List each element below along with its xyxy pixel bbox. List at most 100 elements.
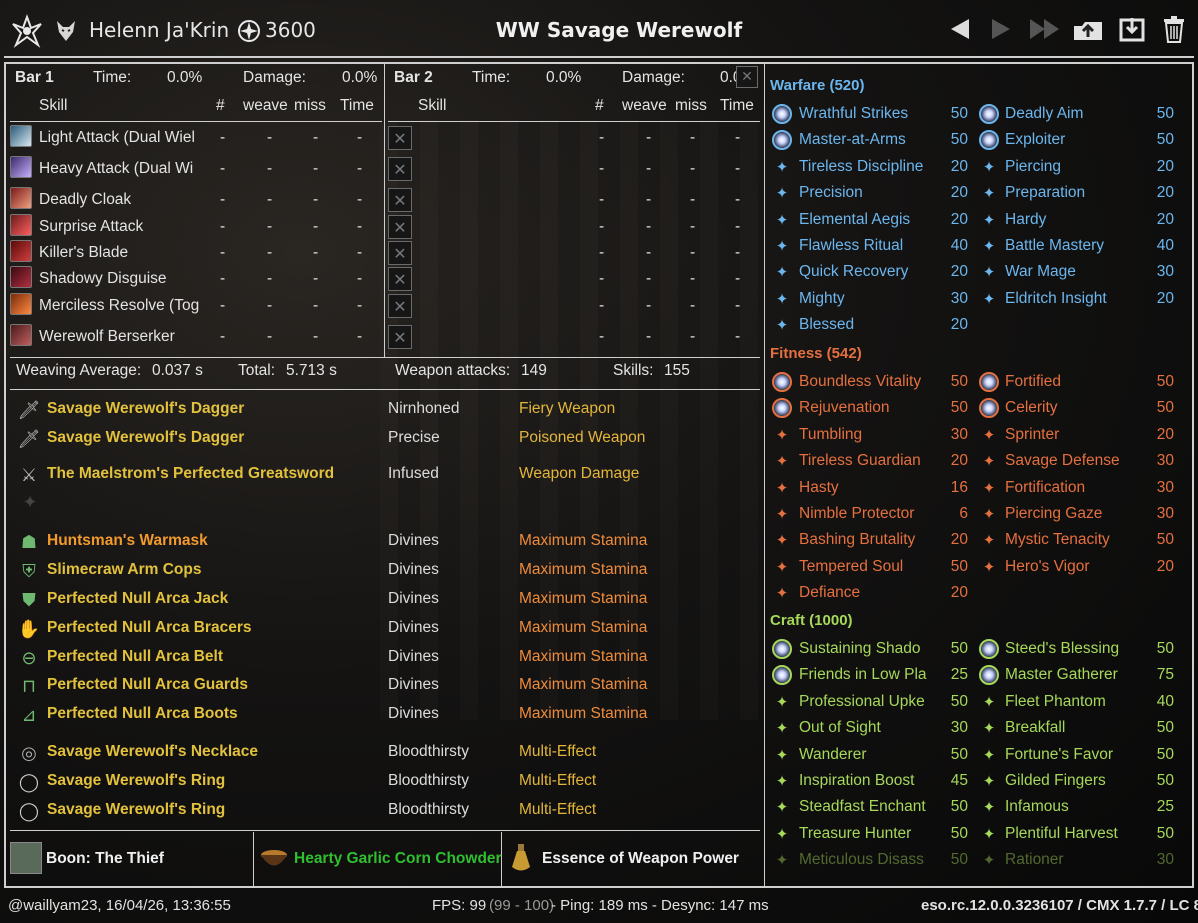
cp-star-name[interactable]: Infamous — [1005, 798, 1069, 816]
cp-star-icon[interactable]: ✦ — [772, 583, 792, 603]
cp-star-name[interactable]: Flawless Ritual — [799, 237, 903, 255]
gear-name[interactable]: Perfected Null Arca Guards — [47, 676, 248, 694]
cp-star-name[interactable]: Precision — [799, 184, 863, 202]
cp-star-icon[interactable]: ✦ — [772, 289, 792, 309]
cp-star-icon[interactable]: ✦ — [979, 850, 999, 870]
cp-star-name[interactable]: Deadly Aim — [1005, 105, 1083, 123]
cp-star-icon[interactable]: ✦ — [772, 718, 792, 738]
gear-name[interactable]: Savage Werewolf's Ring — [47, 772, 225, 790]
cp-star-name[interactable]: Elemental Aegis — [799, 211, 910, 229]
cp-star-name[interactable]: Tireless Guardian — [799, 452, 921, 470]
cp-star-name[interactable]: War Mage — [1005, 263, 1076, 281]
cp-star-icon[interactable]: ✦ — [979, 262, 999, 282]
cp-star-name[interactable]: Rejuvenation — [799, 399, 889, 417]
empty-skill-slot[interactable]: ✕ — [388, 267, 412, 291]
cp-star-icon[interactable]: ✦ — [979, 504, 999, 524]
upload-icon[interactable] — [1072, 15, 1104, 43]
cp-slotted-star-icon[interactable] — [772, 372, 792, 392]
cp-star-icon[interactable]: ✦ — [772, 745, 792, 765]
cp-star-name[interactable]: Fleet Phantom — [1005, 693, 1106, 711]
empty-skill-slot[interactable]: ✕ — [388, 188, 412, 212]
cp-star-name[interactable]: Sprinter — [1005, 426, 1059, 444]
cp-star-name[interactable]: Boundless Vitality — [799, 373, 921, 391]
cp-star-name[interactable]: Hasty — [799, 479, 839, 497]
cp-star-name[interactable]: Battle Mastery — [1005, 237, 1104, 255]
cp-star-icon[interactable]: ✦ — [979, 718, 999, 738]
cp-star-icon[interactable]: ✦ — [772, 210, 792, 230]
gear-name[interactable]: Perfected Null Arca Bracers — [47, 619, 251, 637]
cp-star-name[interactable]: Quick Recovery — [799, 263, 908, 281]
cp-star-name[interactable]: Hardy — [1005, 211, 1046, 229]
cp-star-name[interactable]: Professional Upke — [799, 693, 925, 711]
cp-star-icon[interactable]: ✦ — [979, 210, 999, 230]
cp-star-name[interactable]: Preparation — [1005, 184, 1085, 202]
last-arrow-icon[interactable] — [1028, 16, 1062, 42]
cp-star-icon[interactable]: ✦ — [979, 236, 999, 256]
cp-star-name[interactable]: Fortune's Favor — [1005, 746, 1113, 764]
gear-name[interactable]: Savage Werewolf's Dagger — [47, 400, 244, 418]
cp-star-name[interactable]: Eldritch Insight — [1005, 290, 1107, 308]
cp-star-icon[interactable]: ✦ — [979, 824, 999, 844]
gear-name[interactable]: Slimecraw Arm Cops — [47, 561, 201, 579]
cp-star-name[interactable]: Blessed — [799, 316, 854, 334]
cp-star-icon[interactable]: ✦ — [979, 530, 999, 550]
gear-name[interactable]: Savage Werewolf's Dagger — [47, 429, 244, 447]
cp-star-icon[interactable]: ✦ — [979, 557, 999, 577]
cp-star-icon[interactable]: ✦ — [979, 797, 999, 817]
cp-star-name[interactable]: Steadfast Enchant — [799, 798, 926, 816]
cp-star-icon[interactable]: ✦ — [772, 557, 792, 577]
cp-star-icon[interactable]: ✦ — [979, 157, 999, 177]
cp-star-name[interactable]: Piercing Gaze — [1005, 505, 1102, 523]
empty-skill-slot[interactable]: ✕ — [388, 325, 412, 349]
empty-skill-slot[interactable]: ✕ — [388, 241, 412, 265]
gear-name[interactable]: Perfected Null Arca Boots — [47, 705, 238, 723]
empty-skill-slot[interactable]: ✕ — [388, 157, 412, 181]
cp-star-name[interactable]: Breakfall — [1005, 719, 1065, 737]
cp-star-name[interactable]: Master Gatherer — [1005, 666, 1118, 684]
cp-slotted-star-icon[interactable] — [979, 104, 999, 124]
cp-star-name[interactable]: Rationer — [1005, 851, 1064, 869]
cp-star-name[interactable]: Wanderer — [799, 746, 866, 764]
cp-star-name[interactable]: Hero's Vigor — [1005, 558, 1090, 576]
cp-star-name[interactable]: Bashing Brutality — [799, 531, 915, 549]
cp-star-icon[interactable]: ✦ — [772, 797, 792, 817]
cp-star-name[interactable]: Gilded Fingers — [1005, 772, 1106, 790]
cp-star-icon[interactable]: ✦ — [772, 451, 792, 471]
cp-star-icon[interactable]: ✦ — [772, 530, 792, 550]
empty-skill-slot[interactable]: ✕ — [388, 215, 412, 239]
next-arrow-icon[interactable] — [988, 16, 1014, 42]
cp-star-name[interactable]: Inspiration Boost — [799, 772, 914, 790]
cp-star-name[interactable]: Sustaining Shado — [799, 640, 921, 658]
cp-star-icon[interactable]: ✦ — [979, 478, 999, 498]
cp-star-name[interactable]: Fortified — [1005, 373, 1061, 391]
gear-name[interactable]: Perfected Null Arca Jack — [47, 590, 228, 608]
cp-star-name[interactable]: Exploiter — [1005, 131, 1065, 149]
cp-star-icon[interactable]: ✦ — [979, 745, 999, 765]
gear-name[interactable]: Savage Werewolf's Ring — [47, 801, 225, 819]
cp-star-name[interactable]: Piercing — [1005, 158, 1061, 176]
gear-name[interactable]: Perfected Null Arca Belt — [47, 648, 223, 666]
cp-star-icon[interactable]: ✦ — [979, 183, 999, 203]
cp-star-name[interactable]: Savage Defense — [1005, 452, 1120, 470]
cp-star-name[interactable]: Treasure Hunter — [799, 825, 911, 843]
cp-slotted-star-icon[interactable] — [979, 372, 999, 392]
cp-star-icon[interactable]: ✦ — [772, 315, 792, 335]
cp-star-name[interactable]: Fortification — [1005, 479, 1085, 497]
empty-skill-slot[interactable]: ✕ — [388, 126, 412, 150]
save-icon[interactable] — [1118, 15, 1146, 43]
cp-star-name[interactable]: Friends in Low Pla — [799, 666, 927, 684]
cp-star-icon[interactable]: ✦ — [772, 771, 792, 791]
cp-star-name[interactable]: Tumbling — [799, 426, 862, 444]
cp-star-name[interactable]: Nimble Protector — [799, 505, 914, 523]
cp-star-icon[interactable]: ✦ — [772, 262, 792, 282]
cp-star-name[interactable]: Mystic Tenacity — [1005, 531, 1110, 549]
cp-star-icon[interactable]: ✦ — [772, 850, 792, 870]
cp-star-name[interactable]: Defiance — [799, 584, 860, 602]
cp-star-name[interactable]: Plentiful Harvest — [1005, 825, 1118, 843]
cp-star-name[interactable]: Meticulous Disass — [799, 851, 924, 869]
empty-skill-slot[interactable]: ✕ — [388, 294, 412, 318]
close-panel-button[interactable]: ✕ — [736, 66, 758, 88]
cp-star-name[interactable]: Out of Sight — [799, 719, 881, 737]
cp-star-icon[interactable]: ✦ — [979, 771, 999, 791]
cp-star-name[interactable]: Tempered Soul — [799, 558, 903, 576]
